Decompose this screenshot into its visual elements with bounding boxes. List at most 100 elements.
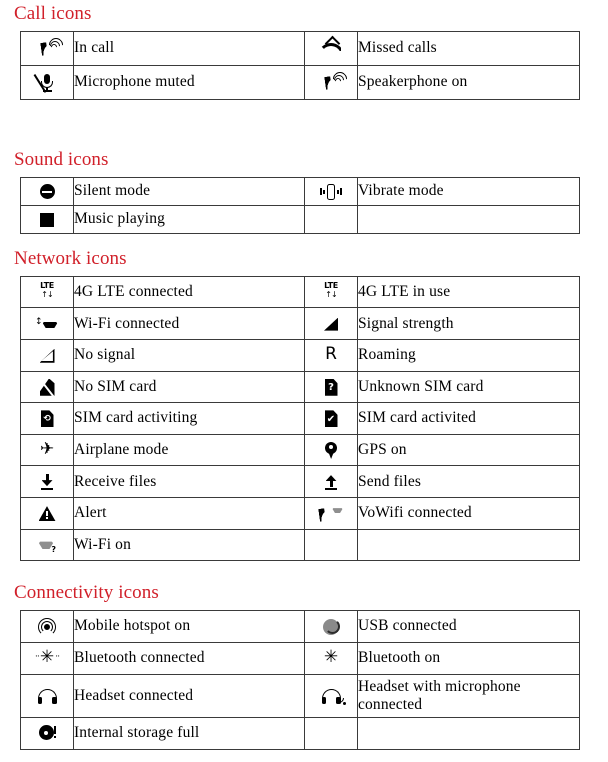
- wifi-arrows: ↕: [35, 317, 42, 328]
- table-row: Music playing: [20, 204, 580, 234]
- section-heading-call: Call icons: [14, 3, 92, 24]
- sim-card-activating-label: SIM card activiting: [73, 402, 305, 435]
- alert-icon: [20, 497, 74, 530]
- table-row: LTE ↑↓ 4G LTE connected LTE ↑↓ 4G LTE in u…: [20, 275, 580, 309]
- table-row: Mobile hotspot on USB connected: [20, 609, 580, 643]
- airplane-mode-icon: ✈: [20, 433, 74, 467]
- microphone-muted-icon: [20, 64, 74, 100]
- empty-icon-cell: [304, 716, 358, 750]
- table-row: Alert VoWifi connected: [20, 497, 580, 530]
- send-files-icon: [304, 465, 358, 499]
- wifi-on-label: Wi-Fi on: [73, 528, 305, 562]
- empty-icon-cell: [304, 528, 358, 562]
- roaming-letter: R: [325, 344, 337, 365]
- table-row: In call Missed calls: [20, 30, 580, 66]
- sound-icons-table: Silent mode Vibrate mode Music playing: [20, 176, 580, 234]
- usb-connected-label: USB connected: [357, 609, 580, 643]
- roaming-icon: R: [304, 339, 358, 372]
- airplane-glyph: ✈: [39, 439, 55, 460]
- sim-card-activating-icon: ⟲: [20, 402, 74, 435]
- table-row: Microphone muted Speakerphone on: [20, 64, 580, 100]
- speakerphone-on-label: Speakerphone on: [357, 64, 580, 100]
- unknown-sim-card-icon: ?: [304, 370, 358, 404]
- vowifi-connected-label: VoWifi connected: [357, 497, 580, 530]
- gps-on-icon: [304, 433, 358, 467]
- alert-label: Alert: [73, 497, 305, 530]
- microphone-muted-label: Microphone muted: [73, 64, 305, 100]
- section-connectivity-icons: Connectivity icons Mobile hotspot on USB…: [0, 582, 608, 750]
- usb-connected-icon: [304, 609, 358, 643]
- table-row: Headset connected Headset with microphon…: [20, 673, 580, 718]
- receive-files-label: Receive files: [73, 465, 305, 499]
- sim-card-activated-icon: ✔: [304, 402, 358, 435]
- roaming-label: Roaming: [357, 339, 580, 372]
- missed-calls-icon: [304, 30, 358, 66]
- bluetooth-on-icon: ✳: [304, 641, 358, 675]
- table-row: No signal R Roaming: [20, 339, 580, 372]
- section-heading-connectivity: Connectivity icons: [14, 582, 159, 603]
- silent-mode-icon: [20, 176, 74, 206]
- internal-storage-full-label: Internal storage full: [73, 716, 305, 750]
- vibrate-mode-label: Vibrate mode: [357, 176, 580, 206]
- vibrate-mode-icon: [304, 176, 358, 206]
- in-call-icon: [20, 30, 74, 66]
- no-sim-card-icon: [20, 370, 74, 404]
- empty-icon-cell: [304, 204, 358, 234]
- table-row: ? Wi-Fi on: [20, 528, 580, 562]
- music-playing-label: Music playing: [73, 204, 305, 234]
- lte-text: LTE: [324, 281, 338, 291]
- empty-label-cell: [357, 204, 580, 234]
- sim-card-activated-label: SIM card activited: [357, 402, 580, 435]
- wifi-connected-icon: ↕: [20, 307, 74, 341]
- empty-label-cell: [357, 716, 580, 750]
- speakerphone-on-icon: [304, 64, 358, 100]
- bluetooth-connected-label: Bluetooth connected: [73, 641, 305, 675]
- receive-files-icon: [20, 465, 74, 499]
- status-icons-reference-page: Call icons In call Missed calls Micropho…: [0, 0, 608, 762]
- bluetooth-connected-icon: ·· ✳ ··: [20, 641, 74, 675]
- headset-connected-icon: [20, 673, 74, 718]
- empty-label-cell: [357, 528, 580, 562]
- 4g-lte-in-use-label: 4G LTE in use: [357, 275, 580, 309]
- headset-with-microphone-label: Headset with microphone connected: [357, 673, 580, 718]
- section-heading-network: Network icons: [14, 248, 127, 269]
- table-row: ✈ Airplane mode GPS on: [20, 433, 580, 467]
- table-row: ·· ✳ ·· Bluetooth connected ✳ Bluetooth on: [20, 641, 580, 675]
- in-call-label: In call: [73, 30, 305, 66]
- missed-calls-label: Missed calls: [357, 30, 580, 66]
- no-signal-icon: [20, 339, 74, 372]
- table-row: Receive files Send files: [20, 465, 580, 499]
- airplane-mode-label: Airplane mode: [73, 433, 305, 467]
- network-icons-table: LTE ↑↓ 4G LTE connected LTE ↑↓ 4G LTE in u…: [20, 275, 580, 562]
- 4g-lte-connected-label: 4G LTE connected: [73, 275, 305, 309]
- send-files-label: Send files: [357, 465, 580, 499]
- wifi-on-icon: ?: [20, 528, 74, 562]
- mobile-hotspot-on-icon: [20, 609, 74, 643]
- section-network-icons: Network icons LTE ↑↓ 4G LTE connected LTE…: [0, 248, 608, 562]
- no-sim-card-label: No SIM card: [73, 370, 305, 404]
- vowifi-connected-icon: [304, 497, 358, 530]
- bluetooth-glyph: ✳: [323, 647, 339, 668]
- unknown-sim-card-label: Unknown SIM card: [357, 370, 580, 404]
- lte-text: LTE: [40, 281, 54, 291]
- sim-unknown-mark: ?: [328, 382, 334, 394]
- signal-strength-icon: [304, 307, 358, 341]
- sim-activated-mark: ✔: [326, 413, 336, 425]
- mobile-hotspot-on-label: Mobile hotspot on: [73, 609, 305, 643]
- table-row: Internal storage full: [20, 716, 580, 750]
- 4g-lte-in-use-icon: LTE ↑↓: [304, 275, 358, 309]
- bluetooth-on-label: Bluetooth on: [357, 641, 580, 675]
- table-row: No SIM card ? Unknown SIM card: [20, 370, 580, 404]
- table-row: ⟲ SIM card activiting ✔ SIM card activit…: [20, 402, 580, 435]
- connectivity-icons-table: Mobile hotspot on USB connected ·· ✳ ·· Bl…: [20, 609, 580, 750]
- section-heading-sound: Sound icons: [14, 149, 109, 170]
- section-call-icons: Call icons In call Missed calls Micropho…: [0, 3, 608, 100]
- internal-storage-full-icon: [20, 716, 74, 750]
- lte-arrows: ↑↓: [41, 290, 53, 300]
- signal-strength-label: Signal strength: [357, 307, 580, 341]
- section-sound-icons: Sound icons Silent mode Vibrate mode Mus…: [0, 149, 608, 234]
- silent-mode-label: Silent mode: [73, 176, 305, 206]
- table-row: ↕ Wi-Fi connected Signal strength: [20, 307, 580, 341]
- wifi-on-mark: ?: [51, 544, 56, 554]
- table-row: Silent mode Vibrate mode: [20, 176, 580, 206]
